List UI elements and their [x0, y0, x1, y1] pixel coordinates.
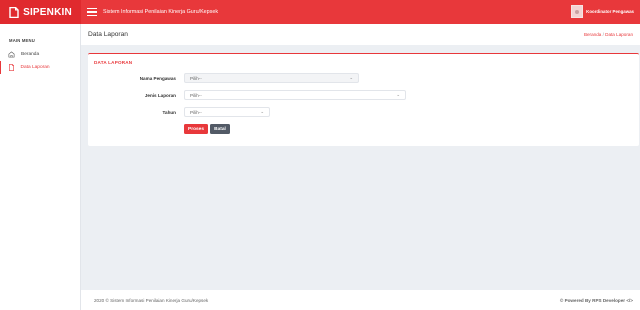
select-value: Pilih-- — [190, 92, 202, 98]
sidebar-item-label: Beranda — [21, 52, 40, 57]
tahun-select[interactable]: Pilih-- ⌄ — [184, 107, 270, 117]
document-icon — [8, 64, 14, 71]
breadcrumb-separator: / — [602, 32, 604, 37]
form-row-tahun: Tahun Pilih-- ⌄ — [88, 107, 270, 117]
report-form-card: DATA LAPORAN Nama Pengawas Pilih-- ⌄ Jen… — [88, 53, 639, 146]
user-menu[interactable]: Koordinator Pengawas — [571, 5, 634, 18]
page-title: Data Laporan — [88, 31, 128, 38]
field-label: Jenis Laporan — [144, 92, 176, 98]
page-header: Data Laporan Beranda / Data Laporan — [81, 24, 640, 45]
user-name: Koordinator Pengawas — [586, 9, 634, 14]
sidebar-item-beranda[interactable]: Beranda — [0, 48, 80, 61]
top-header: SIPENKIN Sistem Informasi Penilaian Kine… — [0, 0, 640, 24]
logo-document-icon — [9, 6, 19, 18]
sidebar-item-label: Data Laporan — [20, 65, 50, 70]
form-row-nama-pengawas: Nama Pengawas Pilih-- ⌄ — [88, 73, 359, 83]
sidebar-item-data-laporan[interactable]: Data Laporan — [0, 61, 80, 74]
avatar — [571, 5, 584, 18]
app-title: Sistem Informasi Penilaian Kinerja Guru/… — [103, 9, 219, 15]
form-actions: Proses Batal — [184, 124, 230, 134]
form-row-jenis-laporan: Jenis Laporan Pilih-- ⌄ — [88, 90, 406, 100]
nama-pengawas-select[interactable]: Pilih-- ⌄ — [184, 73, 359, 83]
footer-powered-by: © Powered By RPS Developer </> — [559, 297, 633, 303]
breadcrumb-current: Data Laporan — [605, 32, 633, 37]
footer: 2020 © Sistem Informasi Penilaian Kinerj… — [81, 290, 640, 310]
field-label: Tahun — [162, 109, 176, 115]
home-icon — [8, 51, 15, 58]
chevron-down-icon: ⌄ — [260, 109, 264, 114]
breadcrumb-home-link[interactable]: Beranda — [584, 32, 601, 37]
batal-button[interactable]: Batal — [210, 124, 230, 134]
sidebar: MAIN MENU Beranda Data Laporan — [0, 24, 81, 310]
field-label: Nama Pengawas — [139, 75, 176, 81]
hamburger-menu-icon[interactable] — [87, 8, 97, 16]
chevron-down-icon: ⌄ — [349, 75, 353, 80]
menu-heading: MAIN MENU — [9, 38, 35, 43]
chevron-down-icon: ⌄ — [396, 92, 400, 97]
brand-logo[interactable]: SIPENKIN — [0, 0, 81, 24]
proses-button[interactable]: Proses — [184, 124, 208, 134]
main-content: Data Laporan Beranda / Data Laporan DATA… — [81, 24, 640, 310]
brand-name: SIPENKIN — [23, 6, 72, 18]
select-value: Pilih-- — [190, 75, 202, 81]
select-value: Pilih-- — [190, 109, 202, 115]
footer-copyright: 2020 © Sistem Informasi Penilaian Kinerj… — [94, 297, 209, 303]
breadcrumb: Beranda / Data Laporan — [584, 32, 633, 37]
card-title: DATA LAPORAN — [94, 60, 133, 65]
jenis-laporan-select[interactable]: Pilih-- ⌄ — [184, 90, 406, 100]
